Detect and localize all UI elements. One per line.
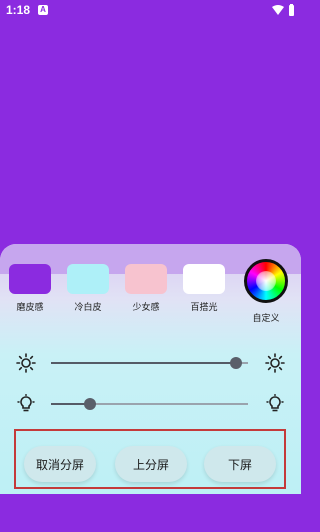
brightness-slider-thumb[interactable] xyxy=(230,357,242,369)
sun-icon xyxy=(16,353,36,373)
cancel-split-button[interactable]: 取消分屏 xyxy=(24,446,96,482)
swatch-mopi[interactable] xyxy=(9,264,51,294)
upper-screen-button[interactable]: 上分屏 xyxy=(115,446,187,482)
custom-label: 自定义 xyxy=(252,314,280,324)
status-indicators xyxy=(272,4,295,16)
brightness-slider-fill xyxy=(51,362,236,364)
swatch-label-baida: 百搭光 xyxy=(190,303,218,313)
warmth-slider-thumb[interactable] xyxy=(84,398,96,410)
sun-icon xyxy=(265,353,285,373)
a-icon: A xyxy=(38,5,49,15)
warmth-slider[interactable] xyxy=(51,398,248,410)
swatch-lengbaipi[interactable] xyxy=(67,264,109,294)
status-time: 1:18 xyxy=(6,3,31,17)
bulb-icon xyxy=(266,394,284,412)
color-wheel-icon[interactable] xyxy=(244,259,288,303)
swatch-shaonv[interactable] xyxy=(125,264,167,294)
bottom-area xyxy=(0,494,301,532)
swatch-baida[interactable] xyxy=(183,264,225,294)
swatch-label-mopi: 磨皮感 xyxy=(16,303,44,313)
swatch-label-shaonv: 少女感 xyxy=(132,303,160,313)
bulb-icon xyxy=(17,394,35,412)
swatch-label-lengbaipi: 冷白皮 xyxy=(74,303,102,313)
lower-screen-button[interactable]: 下屏 xyxy=(204,446,276,482)
battery-icon xyxy=(289,4,294,16)
status-bar: 1:18 A xyxy=(0,0,301,20)
wifi-icon xyxy=(272,5,284,15)
brightness-slider[interactable] xyxy=(51,357,248,369)
